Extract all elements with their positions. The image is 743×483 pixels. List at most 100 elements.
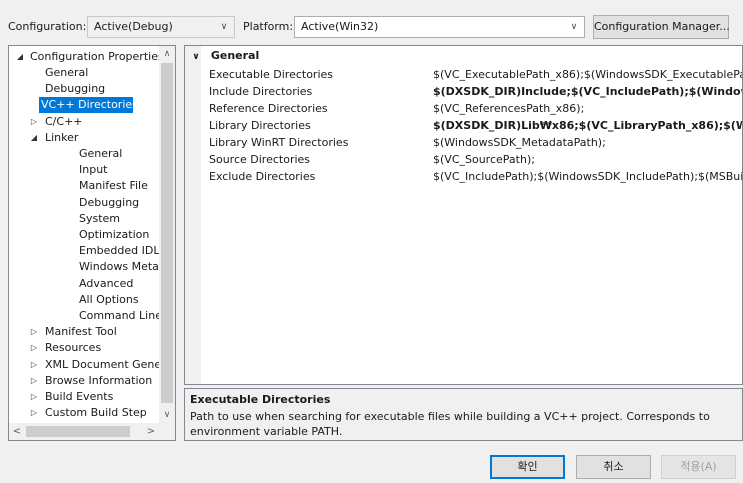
configuration-combo[interactable]: Active(Debug) ∨ [87,16,235,38]
expanded-icon: ∨ [192,52,200,62]
tree-item-label: Debugging [45,82,106,96]
tree-vertical-scrollbar[interactable]: ∧ ∨ [159,46,175,423]
collapsed-icon[interactable]: ▷ [29,357,39,373]
property-row[interactable]: Exclude Directories $(VC_IncludePath);$(W… [201,168,742,185]
expanded-icon[interactable]: ◢ [29,130,39,146]
property-grid[interactable]: ∨ General Executable Directories $(VC_Exe… [184,45,743,385]
category-header[interactable]: ∨ General [188,48,259,64]
tree-root[interactable]: ◢ Configuration Properties [9,49,164,65]
property-value[interactable]: $(WindowsSDK_MetadataPath); [433,134,742,151]
tree-item[interactable]: ▷ Build Events [9,389,159,405]
chevron-down-icon: ∨ [570,22,578,32]
scroll-right-icon[interactable]: > [143,423,159,440]
property-value[interactable]: $(VC_ReferencesPath_x86); [433,100,742,117]
property-value[interactable]: $(VC_SourcePath); [433,151,742,168]
tree-item-label: Advanced [79,276,134,290]
tree-item[interactable]: General [9,65,159,81]
tree-item[interactable]: Windows Metadata [9,259,175,275]
tree-item[interactable]: Embedded IDL [9,243,159,259]
collapsed-icon[interactable]: ▷ [29,389,39,405]
platform-value: Active(Win32) [301,20,379,33]
tree-item-label: XML Document Generator [45,357,176,371]
platform-combo[interactable]: Active(Win32) ∨ [294,16,585,38]
tree-horizontal-scrollbar[interactable]: < > [9,423,175,440]
tree-item[interactable]: General [9,146,159,162]
collapsed-icon[interactable]: ▷ [29,324,39,340]
scroll-thumb[interactable] [161,63,173,403]
collapsed-icon[interactable]: ▷ [29,114,39,130]
tree-item-label: Optimization [79,228,150,241]
tree-item-label: Input [79,163,108,177]
property-row[interactable]: Reference Directories $(VC_ReferencesPath… [201,100,742,117]
tree-item-label: Custom Build Step [45,406,147,420]
scroll-down-icon[interactable]: ∨ [159,407,175,423]
property-row[interactable]: Library WinRT Directories $(WindowsSDK_Me… [201,134,742,151]
tree-item-label: Browse Information [45,373,153,387]
category-label: General [210,49,260,62]
tree-item-label: Manifest Tool [45,325,117,339]
tree-item-label: System [79,211,121,225]
tree-item-label: VC++ Directories [41,98,138,112]
tree-item[interactable]: Manifest File [9,178,159,194]
property-value[interactable]: $(VC_IncludePath);$(WindowsSDK_IncludePa… [433,168,742,185]
tree-item[interactable]: ▷ Browse Information [9,373,159,389]
tree-item[interactable]: Debugging [9,81,159,97]
property-value[interactable]: $(DXSDK_DIR)Lib₩x86;$(VC_LibraryPath_x86… [433,117,742,134]
platform-label: Platform: [243,20,294,33]
grid-gutter [185,46,201,384]
property-row[interactable]: Library Directories $(DXSDK_DIR)Lib₩x86;$… [201,117,742,134]
property-name: Reference Directories [209,102,328,115]
tree-item-label: Resources [45,341,102,355]
tree-item-label: All Options [79,292,139,306]
tree-item[interactable]: Debugging [9,195,159,211]
property-name: Include Directories [209,85,313,98]
configuration-manager-button[interactable]: Configuration Manager... [593,15,730,39]
tree-item-label: Command Line [79,309,162,322]
tree-item-label: Debugging [79,195,140,209]
tree-item[interactable]: Optimization [9,227,159,243]
tree-item[interactable]: ◢ Linker [9,130,159,146]
tree-item-label: Manifest File [79,179,148,193]
collapsed-icon[interactable]: ▷ [29,405,39,421]
property-name: Library Directories [209,119,311,132]
collapsed-icon[interactable]: ▷ [29,373,39,389]
ok-button[interactable]: 확인 [490,455,565,479]
tree-item[interactable]: Advanced [9,276,159,292]
description-panel: Executable Directories Path to use when … [184,388,743,441]
tree-item[interactable]: ▷ Manifest Tool [9,324,159,340]
tree-item[interactable]: ▷ Resources [9,340,159,356]
property-name: Library WinRT Directories [209,136,349,149]
scroll-left-icon[interactable]: < [9,423,25,440]
expanded-icon: ◢ [16,52,24,61]
tree-item[interactable]: VC++ Directories [39,97,138,114]
property-name: Executable Directories [209,68,334,81]
tree-item[interactable]: All Options [9,292,159,308]
property-tree[interactable]: ◢ Configuration Properties General Debugg… [8,45,176,441]
property-row[interactable]: Source Directories $(VC_SourcePath); [201,151,742,168]
tree-item-label: Build Events [45,390,114,403]
tree-item[interactable]: ▷ C/C++ [9,114,159,130]
tree-item[interactable]: ▷ Custom Build Step [9,405,159,421]
tree-item[interactable]: ▷ XML Document Generator [9,357,175,373]
property-row[interactable]: Executable Directories $(VC_ExecutablePat… [201,66,742,83]
tree-item[interactable]: Input [9,162,159,178]
tree-item[interactable]: Command Line [9,308,162,324]
scroll-thumb[interactable] [26,426,130,437]
property-row[interactable]: Include Directories $(DXSDK_DIR)Include;$… [201,83,742,100]
property-value[interactable]: $(VC_ExecutablePath_x86);$(WindowsSDK_Ex… [433,66,742,83]
apply-button[interactable]: 적용(A) [661,455,736,479]
property-name: Source Directories [209,153,311,166]
tree-root-label: Configuration Properties [30,50,164,63]
configuration-value: Active(Debug) [94,20,173,33]
scroll-up-icon[interactable]: ∧ [159,46,175,62]
tree-item-label: General [45,66,89,79]
tree-item[interactable]: System [9,211,159,227]
chevron-down-icon: ∨ [220,22,228,32]
description-text: Path to use when searching for executabl… [190,410,710,438]
cancel-button[interactable]: 취소 [576,455,651,479]
tree-item-label: General [79,147,123,160]
tree-item-label: Embedded IDL [79,244,160,258]
configuration-label: Configuration: [8,20,87,33]
collapsed-icon[interactable]: ▷ [29,340,39,356]
property-value[interactable]: $(DXSDK_DIR)Include;$(VC_IncludePath);$(… [433,83,742,100]
